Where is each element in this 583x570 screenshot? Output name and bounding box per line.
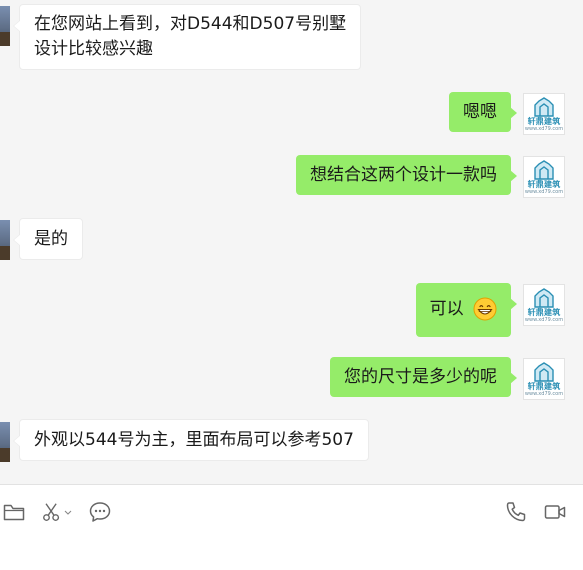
building-logo-icon	[534, 96, 554, 117]
contact-avatar[interactable]: 轩鼎建筑 www.xd79.com	[523, 358, 565, 400]
sent-message[interactable]: 想结合这两个设计一款吗	[296, 155, 517, 195]
message-text: 您的尺寸是多少的呢	[344, 367, 497, 387]
received-message[interactable]: 在您网站上看到，对D544和D507号别墅 设计比较感兴趣	[12, 4, 362, 70]
folder-button[interactable]	[1, 499, 27, 525]
screenshot-button[interactable]	[40, 499, 72, 525]
brand-url: www.xd79.com	[524, 188, 564, 195]
user-avatar[interactable]	[0, 422, 10, 462]
chat-message-area[interactable]: 在您网站上看到，对D544和D507号别墅 设计比较感兴趣 嗯嗯 轩鼎建筑 ww…	[0, 0, 583, 484]
message-text: 外观以544号为主，里面布局可以参考507	[34, 430, 354, 450]
folder-icon	[3, 504, 25, 521]
brand-name: 轩鼎建筑	[527, 179, 561, 189]
sent-message[interactable]: 可以	[415, 283, 518, 337]
video-camera-icon	[544, 505, 566, 519]
brand-url: www.xd79.com	[524, 316, 564, 323]
building-logo-icon	[534, 361, 554, 382]
sent-message[interactable]: 嗯嗯	[449, 92, 517, 132]
sent-message[interactable]: 您的尺寸是多少的呢	[330, 357, 517, 397]
message-text: 可以	[429, 299, 464, 319]
brand-url: www.xd79.com	[524, 390, 564, 397]
scissors-icon	[42, 503, 59, 521]
brand-name: 轩鼎建筑	[527, 307, 561, 317]
brand-name: 轩鼎建筑	[527, 381, 561, 391]
message-line: 设计比较感兴趣	[34, 39, 153, 59]
message-input-area[interactable]	[0, 485, 583, 570]
contact-avatar[interactable]: 轩鼎建筑 www.xd79.com	[523, 93, 565, 135]
brand-url: www.xd79.com	[524, 125, 564, 132]
video-call-button[interactable]	[542, 499, 568, 525]
contact-avatar[interactable]: 轩鼎建筑 www.xd79.com	[523, 284, 565, 326]
building-logo-icon	[534, 287, 554, 308]
chat-bubble-icon	[89, 502, 111, 522]
voice-call-button[interactable]	[503, 499, 529, 525]
building-logo-icon	[534, 159, 554, 180]
chevron-down-icon[interactable]	[64, 508, 72, 516]
received-message[interactable]: 外观以544号为主，里面布局可以参考507	[13, 419, 369, 461]
message-line: 在您网站上看到，对D544和D507号别墅	[34, 14, 347, 34]
user-avatar[interactable]	[0, 220, 10, 260]
grinning-face-emoji-icon	[473, 297, 497, 321]
message-text: 是的	[34, 229, 68, 249]
user-avatar[interactable]	[0, 6, 10, 46]
chat-history-button[interactable]	[87, 499, 113, 525]
message-text: 嗯嗯	[463, 102, 497, 122]
brand-name: 轩鼎建筑	[527, 116, 561, 126]
contact-avatar[interactable]: 轩鼎建筑 www.xd79.com	[523, 156, 565, 198]
received-message[interactable]: 是的	[13, 218, 83, 260]
phone-icon	[506, 502, 526, 522]
message-text: 想结合这两个设计一款吗	[310, 165, 497, 185]
